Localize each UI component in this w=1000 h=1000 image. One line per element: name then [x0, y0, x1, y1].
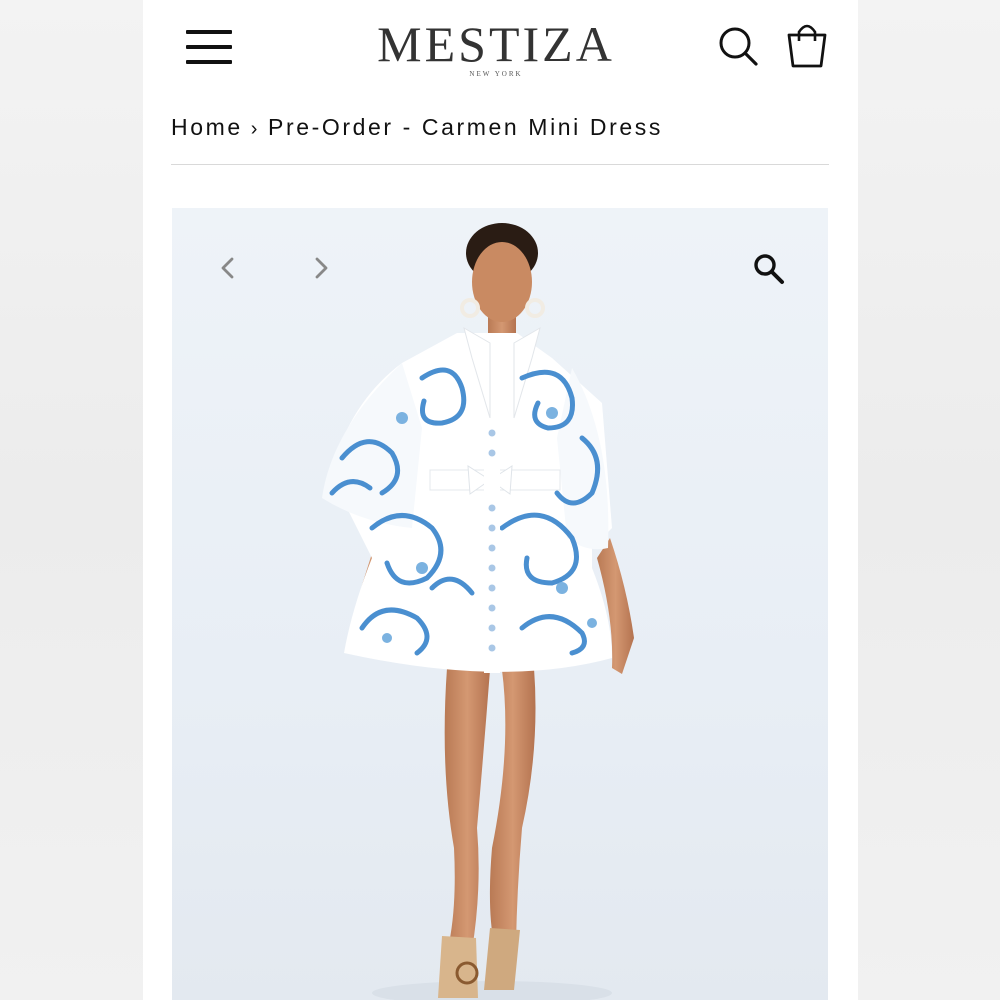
zoom-in-icon: [754, 254, 784, 284]
shopping-bag-icon: [787, 24, 827, 68]
product-page: MESTIZA NEW YORK Home › Pre-Order - Carmen…: [143, 0, 858, 1000]
breadcrumb-home-link[interactable]: Home: [171, 114, 243, 140]
breadcrumb-separator: ›: [250, 118, 261, 140]
chevron-right-icon: [315, 257, 328, 279]
header-divider: [171, 164, 829, 165]
gallery-next-button[interactable]: [309, 254, 333, 282]
breadcrumb: Home › Pre-Order - Carmen Mini Dress: [171, 114, 663, 141]
site-header: MESTIZA NEW YORK: [143, 0, 858, 100]
zoom-button[interactable]: [752, 252, 786, 286]
brand-logo[interactable]: MESTIZA NEW YORK: [371, 16, 621, 78]
product-photo: [322, 223, 634, 1000]
menu-button[interactable]: [186, 28, 232, 66]
brand-name: MESTIZA: [377, 16, 615, 72]
breadcrumb-current: Pre-Order - Carmen Mini Dress: [268, 114, 663, 140]
hamburger-line: [186, 60, 232, 64]
chevron-left-icon: [221, 257, 234, 279]
product-image-gallery[interactable]: [172, 208, 828, 1000]
search-button[interactable]: [717, 24, 761, 68]
background-left: [0, 0, 143, 1000]
hamburger-menu-icon: [186, 30, 232, 34]
cart-button[interactable]: [783, 22, 831, 70]
hamburger-line: [186, 45, 232, 49]
gallery-prev-button[interactable]: [216, 254, 240, 282]
background-right: [858, 0, 1000, 1000]
search-icon: [719, 27, 758, 66]
